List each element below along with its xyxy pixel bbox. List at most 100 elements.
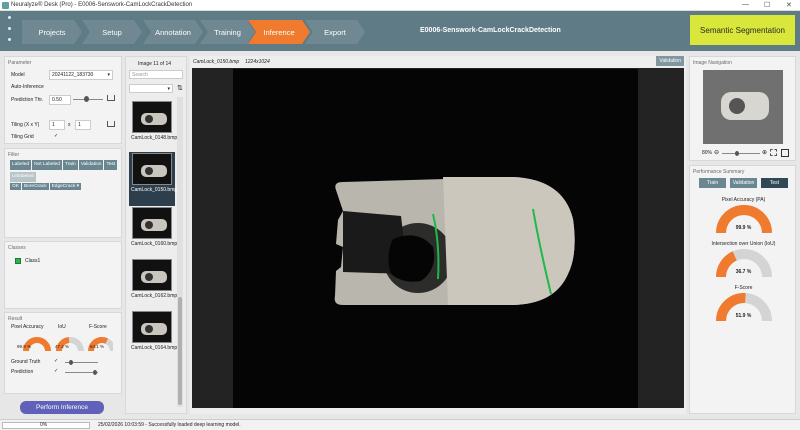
tiling-y-input[interactable]: 1 xyxy=(75,120,91,130)
prediction-threshold-input[interactable]: 0.50 xyxy=(49,95,71,105)
image-total: 14 xyxy=(165,61,172,67)
perform-inference-button[interactable]: Perform Inference xyxy=(20,401,104,414)
status-message: 25/02/2026 10:03:59 - Successfully loade… xyxy=(98,422,241,428)
app-icon xyxy=(2,2,9,9)
status-bar: 0% 25/02/2026 10:03:59 - Successfully lo… xyxy=(0,419,800,430)
panel-title: Image Navigation xyxy=(693,60,732,66)
zoom-value: 80% xyxy=(702,150,713,156)
tab-annotation[interactable]: Annotation xyxy=(143,20,203,44)
tab-setup[interactable]: Setup xyxy=(82,20,142,44)
sort-select[interactable]: ▾ xyxy=(129,84,173,93)
model-select[interactable]: 20241122_183730 ▾ xyxy=(49,70,113,80)
class-item[interactable]: Class1 xyxy=(25,258,40,264)
scrollbar-thumb[interactable] xyxy=(178,297,182,405)
panel-title: Filter xyxy=(8,152,20,158)
slider-handle[interactable] xyxy=(69,360,73,365)
tab-test[interactable]: Test xyxy=(761,178,788,188)
metric-label: Pixel Accuracy xyxy=(11,324,44,330)
filter-edgecrack[interactable]: EdgeCrack ▾ xyxy=(49,183,82,190)
window-title: Neuralyze® Desk (Pro) - E0006-Senswork-C… xyxy=(11,2,193,8)
prediction-checkbox[interactable]: ✓ xyxy=(54,368,58,374)
title-bar: Neuralyze® Desk (Pro) - E0006-Senswork-C… xyxy=(0,0,800,11)
result-panel: Result Pixel Accuracy IoU F-Score 99.9 %… xyxy=(4,312,122,394)
sort-icon[interactable]: ⇅ xyxy=(177,84,183,92)
auto-inference-label: Auto-Inference xyxy=(11,84,44,90)
zoom-slider[interactable] xyxy=(722,153,760,154)
inspection-image[interactable] xyxy=(233,69,638,408)
metric-value: 99.9 % xyxy=(735,225,752,231)
tab-inference[interactable]: Inference xyxy=(248,20,310,44)
tiling-label: Tiling (X x Y) xyxy=(11,122,40,128)
viewer-image-size: 1224x1024 xyxy=(245,59,270,65)
tab-projects[interactable]: Projects xyxy=(22,20,82,44)
filter-unlabeled[interactable]: Unlabeled xyxy=(10,172,36,182)
workflow-nav: Projects Setup Annotation Training Infer… xyxy=(0,11,800,51)
parameter-panel: Parameter Model 20241122_183730 ▾ Auto-In… xyxy=(4,56,122,144)
panel-title: Performance Summary xyxy=(693,169,745,175)
filter-validation[interactable]: Validation xyxy=(78,160,104,170)
fullscreen-icon[interactable] xyxy=(781,149,789,157)
image-current: 11 xyxy=(153,61,159,67)
panel-title: Parameter xyxy=(8,60,32,66)
close-button[interactable]: ✕ xyxy=(786,1,792,9)
metric-label: IoU xyxy=(58,324,66,330)
threshold-slider-handle[interactable] xyxy=(84,96,89,102)
image-thumbnail[interactable] xyxy=(132,207,172,239)
chevron-down-icon: ▾ xyxy=(107,72,110,78)
image-filename[interactable]: CamLock_0150.bmp xyxy=(131,187,177,193)
class-color-swatch[interactable] xyxy=(15,258,21,264)
filter-borecrack[interactable]: BoreCrack xyxy=(21,183,49,190)
navigation-preview[interactable] xyxy=(703,70,783,144)
tab-export[interactable]: Export xyxy=(305,20,365,44)
image-thumbnail[interactable] xyxy=(132,311,172,343)
project-title: E0006-Senswork-CamLockCrackDetection xyxy=(420,27,561,34)
search-input[interactable]: Search xyxy=(129,70,183,79)
minimize-button[interactable]: — xyxy=(742,1,749,8)
filter-ok[interactable]: OK xyxy=(10,183,21,190)
tab-training[interactable]: Training xyxy=(200,20,255,44)
ground-truth-checkbox[interactable]: ✓ xyxy=(54,358,58,364)
zoom-in-icon[interactable]: ⊕ xyxy=(762,149,767,156)
tiling-x-input[interactable]: 1 xyxy=(49,120,65,130)
download-icon[interactable] xyxy=(107,121,115,127)
model-label: Model xyxy=(11,72,25,78)
panel-title: Result xyxy=(8,316,23,322)
zoom-out-icon[interactable]: ⊖ xyxy=(714,149,719,156)
tab-train[interactable]: Train xyxy=(699,178,726,188)
ground-truth-label: Ground Truth xyxy=(11,359,41,365)
split-badge: Validation xyxy=(656,56,684,66)
image-viewer: CamLock_0150.bmp 1224x1024 Validation xyxy=(190,56,686,414)
chevron-down-icon: ▾ xyxy=(167,86,170,92)
image-navigation-panel: Image Navigation 80% ⊖ ⊕ xyxy=(689,56,796,161)
filter-labeled[interactable]: Labeled xyxy=(10,160,32,170)
image-list-panel: Image 11 of 14 Search ▾ ⇅ CamLock_0148.b… xyxy=(125,56,187,414)
filter-test[interactable]: Test xyxy=(104,160,118,170)
download-icon[interactable] xyxy=(107,95,115,101)
filter-train[interactable]: Train xyxy=(62,160,78,170)
tiling-separator: x xyxy=(68,122,71,128)
maximize-button[interactable]: ☐ xyxy=(764,1,770,9)
image-thumbnail[interactable] xyxy=(132,153,172,185)
panel-title: Classes xyxy=(8,245,26,251)
menu-dots-icon[interactable] xyxy=(8,16,14,49)
filter-not-labeled[interactable]: Not Labeled xyxy=(32,160,62,170)
image-thumbnail[interactable] xyxy=(132,259,172,291)
tiling-grid-checkbox[interactable]: ✓ xyxy=(54,133,58,139)
zoom-slider-handle[interactable] xyxy=(735,151,739,156)
viewer-filename: CamLock_0150.bmp xyxy=(193,59,240,65)
image-filename[interactable]: CamLock_0160.bmp xyxy=(131,241,177,247)
metric-value: 51.9 % xyxy=(735,313,752,319)
tiling-grid-label: Tiling Grid xyxy=(11,134,34,140)
image-thumbnail[interactable] xyxy=(132,101,172,133)
image-filename[interactable]: CamLock_0162.bmp xyxy=(131,293,177,299)
prediction-threshold-label: Prediction Thr. xyxy=(11,97,44,103)
classes-panel: Classes Class1 xyxy=(4,241,122,309)
image-filename[interactable]: CamLock_0164.bmp xyxy=(131,345,177,351)
tab-validation[interactable]: Validation xyxy=(730,178,757,188)
image-filename[interactable]: CamLock_0148.bmp xyxy=(131,135,177,141)
slider-handle[interactable] xyxy=(93,370,97,375)
model-value: 20241122_183730 xyxy=(52,72,94,78)
image-counter: Image 11 of 14 xyxy=(138,61,172,67)
fit-view-icon[interactable] xyxy=(770,149,777,156)
result-gauges xyxy=(23,337,113,352)
